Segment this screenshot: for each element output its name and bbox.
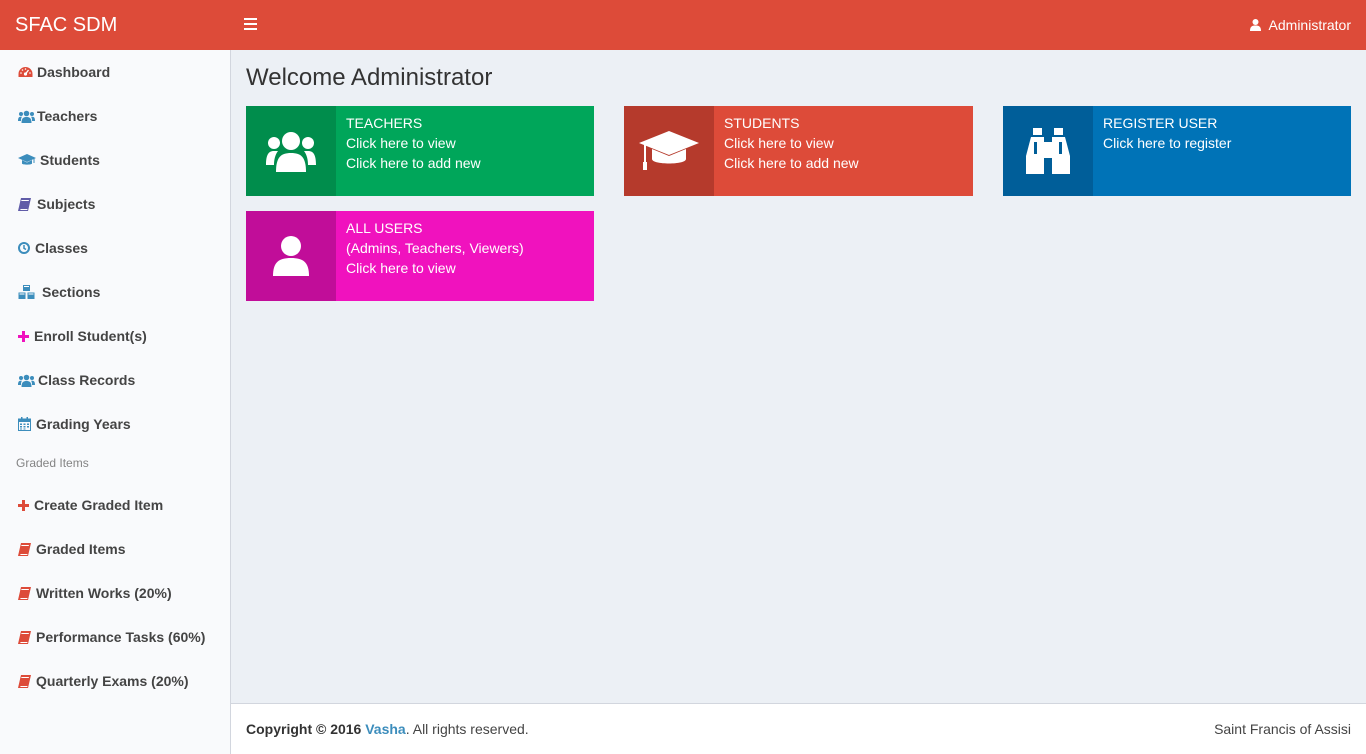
footer: Copyright © 2016 Vasha. All rights reser… bbox=[231, 703, 1366, 754]
user-menu[interactable]: Administrator bbox=[1249, 0, 1351, 50]
sidebar-item-subjects[interactable]: Subjects bbox=[18, 194, 95, 214]
copyright: Copyright © 2016 Vasha. All rights reser… bbox=[246, 721, 529, 737]
user-icon bbox=[1249, 19, 1261, 31]
dashboard-icon bbox=[18, 66, 36, 79]
sidebar-item-label: Graded Items bbox=[36, 541, 126, 557]
rights-text: . All rights reserved. bbox=[405, 721, 529, 737]
app-brand[interactable]: SFAC SDM bbox=[0, 0, 230, 50]
sidebar-item-classes[interactable]: Classes bbox=[18, 238, 88, 258]
sidebar-item-label: Subjects bbox=[37, 196, 96, 212]
book-icon bbox=[18, 197, 36, 211]
graduation-cap-icon bbox=[624, 106, 714, 196]
sidebar-item-label: Teachers bbox=[37, 108, 98, 124]
sidebar-item-dashboard[interactable]: Dashboard bbox=[18, 62, 110, 82]
sidebar-item-label: Class Records bbox=[38, 372, 136, 388]
sidebar-item-graded-items[interactable]: Graded Items bbox=[18, 539, 125, 559]
tile-subtitle: (Admins, Teachers, Viewers) bbox=[346, 240, 524, 256]
view-students-link[interactable]: Click here to view bbox=[724, 133, 859, 153]
sidebar-item-label: Written Works (20%) bbox=[36, 585, 172, 601]
book-icon bbox=[18, 630, 35, 644]
users-icon bbox=[246, 106, 336, 196]
sidebar-item-enroll-students[interactable]: Enroll Student(s) bbox=[18, 326, 147, 346]
sidebar-item-label: Sections bbox=[42, 284, 101, 300]
sidebar-toggle-icon[interactable] bbox=[244, 18, 257, 30]
tile-title: TEACHERS bbox=[346, 115, 423, 131]
sidebar-item-students[interactable]: Students bbox=[18, 150, 100, 170]
sidebar-item-label: Enroll Student(s) bbox=[34, 328, 147, 344]
sidebar-item-grading-years[interactable]: Grading Years bbox=[18, 414, 131, 434]
plus-icon bbox=[18, 330, 33, 342]
sidebar-item-label: Create Graded Item bbox=[34, 497, 164, 513]
sidebar-item-performance-tasks[interactable]: Performance Tasks (60%) bbox=[18, 627, 205, 647]
register-user-link[interactable]: Click here to register bbox=[1103, 133, 1231, 153]
page-title: Welcome Administrator bbox=[246, 64, 493, 91]
users-icon bbox=[18, 374, 37, 387]
clock-icon bbox=[18, 242, 34, 254]
organization-name: Saint Francis of Assisi bbox=[1214, 721, 1351, 737]
calendar-icon bbox=[18, 417, 35, 431]
graduation-cap-icon bbox=[18, 154, 39, 166]
sidebar-item-class-records[interactable]: Class Records bbox=[18, 370, 135, 390]
book-icon bbox=[18, 586, 35, 600]
tile-title: REGISTER USER bbox=[1103, 115, 1218, 131]
sidebar: Dashboard Teachers Students Subjects Cla… bbox=[0, 50, 231, 754]
tile-title: ALL USERS bbox=[346, 220, 423, 236]
user-icon bbox=[246, 211, 336, 301]
sidebar-item-label: Quarterly Exams (20%) bbox=[36, 673, 189, 689]
cubes-icon bbox=[18, 284, 41, 300]
copyright-prefix: Copyright © 2016 bbox=[246, 721, 362, 737]
all-users-tile[interactable]: ALL USERS (Admins, Teachers, Viewers) Cl… bbox=[246, 211, 594, 301]
book-icon bbox=[18, 542, 35, 556]
sidebar-item-label: Grading Years bbox=[36, 416, 131, 432]
users-icon bbox=[18, 110, 36, 123]
author-link[interactable]: Vasha bbox=[365, 721, 405, 737]
add-teacher-link[interactable]: Click here to add new bbox=[346, 153, 481, 173]
sidebar-item-label: Performance Tasks (60%) bbox=[36, 629, 206, 645]
add-student-link[interactable]: Click here to add new bbox=[724, 153, 859, 173]
view-teachers-link[interactable]: Click here to view bbox=[346, 133, 481, 153]
sidebar-item-quarterly-exams[interactable]: Quarterly Exams (20%) bbox=[18, 671, 189, 691]
sidebar-item-label: Students bbox=[40, 152, 100, 168]
plus-icon bbox=[18, 499, 33, 511]
sidebar-item-sections[interactable]: Sections bbox=[18, 282, 100, 302]
sidebar-item-label: Classes bbox=[35, 240, 88, 256]
sidebar-item-written-works[interactable]: Written Works (20%) bbox=[18, 583, 172, 603]
sidebar-item-create-graded-item[interactable]: Create Graded Item bbox=[18, 495, 163, 515]
sidebar-section-header: Graded Items bbox=[16, 456, 89, 470]
sidebar-item-teachers[interactable]: Teachers bbox=[18, 106, 97, 126]
book-icon bbox=[18, 674, 35, 688]
user-name: Administrator bbox=[1268, 17, 1351, 33]
view-all-users-link[interactable]: Click here to view bbox=[346, 258, 524, 278]
teachers-tile[interactable]: TEACHERS Click here to view Click here t… bbox=[246, 106, 594, 196]
tile-title: STUDENTS bbox=[724, 115, 800, 131]
register-user-tile[interactable]: REGISTER USER Click here to register bbox=[1003, 106, 1351, 196]
students-tile[interactable]: STUDENTS Click here to view Click here t… bbox=[624, 106, 973, 196]
binoculars-icon bbox=[1003, 106, 1093, 196]
top-navbar: SFAC SDM Administrator bbox=[0, 0, 1366, 50]
sidebar-item-label: Dashboard bbox=[37, 64, 111, 80]
